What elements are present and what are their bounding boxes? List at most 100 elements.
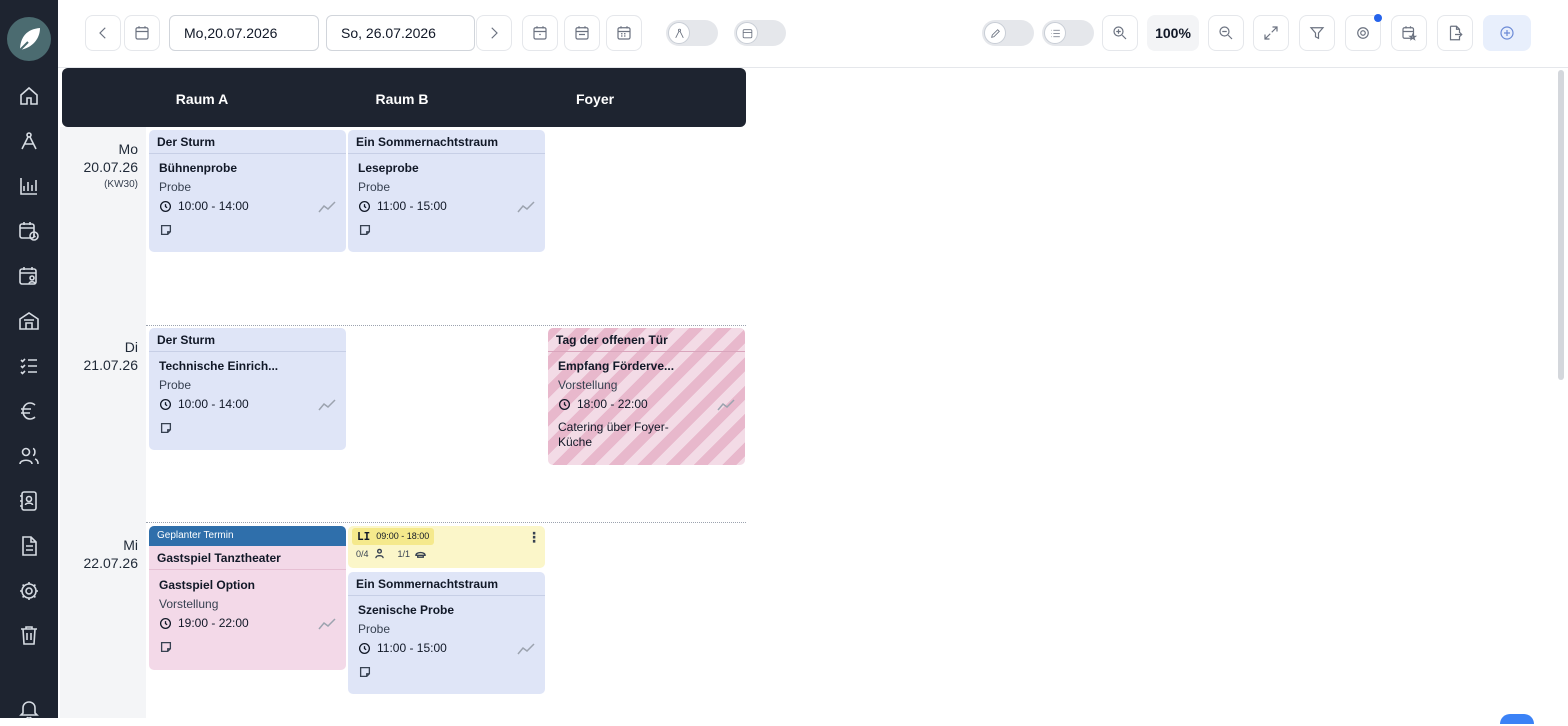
filter-icon xyxy=(1309,27,1325,40)
day-divider xyxy=(146,522,746,523)
next-week-button[interactable] xyxy=(476,15,512,51)
trend-icon xyxy=(517,642,535,655)
planned-badge: Geplanter Termin xyxy=(149,526,346,546)
plus-circle-icon xyxy=(1500,26,1514,40)
note-icon[interactable] xyxy=(358,665,372,679)
event-production: Der Sturm xyxy=(149,130,346,154)
contacts-icon[interactable] xyxy=(17,489,41,513)
event-type: Probe xyxy=(358,622,391,636)
trend-icon xyxy=(318,398,336,411)
event-time: 19:00 - 22:00 xyxy=(159,616,249,630)
event-description: Catering über Foyer-Küche xyxy=(558,420,669,449)
filter-button[interactable] xyxy=(1299,15,1335,51)
chevron-left-icon xyxy=(99,27,106,39)
highlight-toggle[interactable] xyxy=(666,20,718,46)
day-label-monday: Mo 20.07.26 (KW30) xyxy=(83,141,139,190)
note-icon[interactable] xyxy=(159,223,173,237)
calendar-picker-button[interactable] xyxy=(124,15,160,51)
trash-icon[interactable] xyxy=(17,623,41,647)
list-icon xyxy=(1050,29,1060,37)
event-title: Gastspiel Option xyxy=(159,578,256,592)
euro-icon[interactable] xyxy=(17,399,41,423)
event-production: Tag der offenen Tür xyxy=(548,328,745,352)
calendar-icon xyxy=(135,26,149,40)
event-production: Der Sturm xyxy=(149,328,346,352)
event-card-planned[interactable]: Geplanter Termin Gastspiel Tanztheater G… xyxy=(149,526,346,670)
calendar-favorite-button[interactable] xyxy=(1391,15,1427,51)
day-label-tuesday: Di 21.07.26 xyxy=(83,339,139,373)
event-card[interactable]: Der Sturm Technische Einrich... Probe 10… xyxy=(149,328,346,450)
room-header: Raum A Raum B Foyer xyxy=(62,68,746,127)
li-shift-card[interactable]: LI 09:00 - 18:00 0/4 1/1 ⋮ xyxy=(348,526,545,568)
month-view-button[interactable] xyxy=(606,15,642,51)
app-logo[interactable] xyxy=(7,17,51,61)
event-time: 18:00 - 22:00 xyxy=(558,397,648,411)
event-production: Ein Sommernachtstraum xyxy=(348,130,545,154)
event-time: 10:00 - 14:00 xyxy=(159,199,249,213)
calendar-week-icon xyxy=(575,26,589,40)
day-view-button[interactable] xyxy=(522,15,558,51)
person-icon xyxy=(374,548,384,559)
calendar-icon xyxy=(742,28,752,38)
event-time: 11:00 - 15:00 xyxy=(358,641,447,655)
sidebar xyxy=(0,0,58,721)
zoom-out-button[interactable] xyxy=(1208,15,1244,51)
chevron-right-icon xyxy=(491,27,498,39)
vertical-scrollbar[interactable] xyxy=(1558,70,1564,380)
pencil-icon xyxy=(990,28,1000,38)
event-time: 10:00 - 14:00 xyxy=(159,397,249,411)
calendar-clock-icon[interactable] xyxy=(17,219,41,243)
note-icon[interactable] xyxy=(159,640,173,654)
gear-icon xyxy=(1357,27,1369,39)
event-time: 11:00 - 15:00 xyxy=(358,199,447,213)
edit-mode-toggle[interactable] xyxy=(982,20,1034,46)
event-card[interactable]: Ein Sommernachtstraum Leseprobe Probe 11… xyxy=(348,130,545,252)
checklist-icon[interactable] xyxy=(17,354,41,378)
calendar-toggle[interactable] xyxy=(734,20,786,46)
note-icon[interactable] xyxy=(159,421,173,435)
event-card[interactable]: Der Sturm Bühnenprobe Probe 10:00 - 14:0… xyxy=(149,130,346,252)
week-view-button[interactable] xyxy=(564,15,600,51)
prev-week-button[interactable] xyxy=(85,15,121,51)
calendar-day-icon xyxy=(533,26,547,40)
floating-action-button[interactable] xyxy=(1500,714,1534,724)
chart-icon[interactable] xyxy=(17,174,41,198)
gear-icon[interactable] xyxy=(17,579,41,603)
more-menu-icon[interactable]: ⋮ xyxy=(527,530,541,546)
date-to-input[interactable]: So, 26.07.2026 xyxy=(326,15,475,51)
trend-icon xyxy=(318,200,336,213)
home-icon[interactable] xyxy=(17,84,41,108)
calendar-user-icon[interactable] xyxy=(17,264,41,288)
day-gutter: Mo 20.07.26 (KW30) Di 21.07.26 Mi 22.07.26 xyxy=(60,127,146,718)
trend-icon xyxy=(318,617,336,630)
column-raum-a: Raum A xyxy=(175,91,229,107)
event-card[interactable]: Ein Sommernachtstraum Szenische Probe Pr… xyxy=(348,572,545,694)
building-icon[interactable] xyxy=(17,309,41,333)
export-button[interactable] xyxy=(1437,15,1473,51)
calendar-month-icon xyxy=(617,26,631,40)
event-type: Probe xyxy=(159,180,192,194)
zoom-level: 100% xyxy=(1147,15,1199,51)
event-title: Leseprobe xyxy=(358,161,419,175)
event-title: Szenische Probe xyxy=(358,603,455,617)
list-view-toggle[interactable] xyxy=(1042,20,1094,46)
clock-icon xyxy=(159,398,172,410)
trend-icon xyxy=(717,398,735,411)
event-type: Vorstellung xyxy=(159,597,219,611)
add-event-button[interactable] xyxy=(1483,15,1531,51)
date-from-input[interactable]: Mo,20.07.2026 xyxy=(169,15,319,51)
bell-icon[interactable] xyxy=(17,697,41,721)
clock-icon xyxy=(358,200,371,212)
compass-icon[interactable] xyxy=(17,129,41,153)
note-icon[interactable] xyxy=(358,223,372,237)
document-icon[interactable] xyxy=(17,534,41,558)
fullscreen-button[interactable] xyxy=(1253,15,1289,51)
event-card-open-day[interactable]: Tag der offenen Tür Empfang Förderve... … xyxy=(548,328,745,465)
zoom-in-icon xyxy=(1113,26,1127,40)
event-title: Empfang Förderve... xyxy=(558,359,675,373)
compass-icon xyxy=(674,28,684,38)
expand-icon xyxy=(1264,26,1278,40)
users-icon[interactable] xyxy=(17,444,41,468)
zoom-in-button[interactable] xyxy=(1102,15,1138,51)
toolbar: Mo,20.07.2026 So, 26.07.2026 100% xyxy=(58,0,1568,68)
